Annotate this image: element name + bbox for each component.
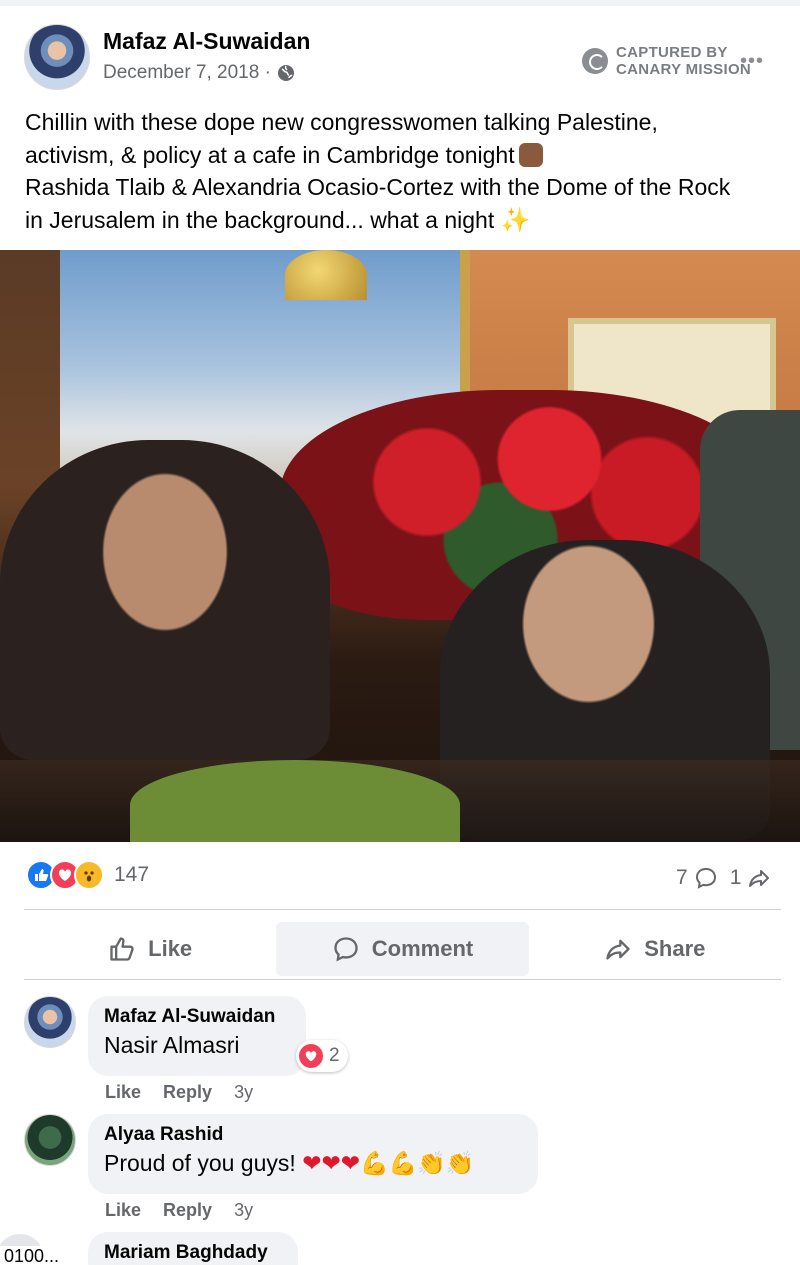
love-icon — [299, 1044, 323, 1068]
action-bar: Like Comment Share — [24, 922, 781, 976]
canary-logo-icon — [582, 48, 608, 74]
post-text: Chillin with these dope new congresswome… — [25, 106, 785, 237]
author-name[interactable]: Mafaz Al-Suwaidan — [103, 28, 310, 55]
engagement-counts: 7 1 — [676, 866, 771, 890]
post-text-line: Chillin with these dope new congresswome… — [25, 109, 658, 135]
share-button[interactable]: Share — [529, 922, 781, 976]
comment-count-icon — [695, 867, 716, 889]
divider — [24, 909, 781, 910]
comment-text: Proud of you guys! ❤❤❤💪💪👏👏 — [104, 1150, 475, 1176]
comment-reply-link[interactable]: Reply — [163, 1082, 212, 1103]
comment-label: Comment — [371, 936, 474, 961]
comment-count[interactable]: 7 — [676, 866, 688, 890]
flex-clap-emojis: 💪💪👏👏 — [360, 1150, 475, 1176]
post-meta: December 7, 2018 · — [103, 62, 295, 84]
comment-like-link[interactable]: Like — [105, 1200, 141, 1221]
comment-actions: Like Reply 3y — [105, 1082, 253, 1103]
thumbs-up-icon — [110, 937, 134, 961]
photo-dome — [285, 250, 367, 300]
post-photo[interactable] — [0, 250, 800, 842]
comment-bubble: Mariam Baghdady — [88, 1232, 298, 1265]
commenter-avatar[interactable] — [24, 996, 76, 1048]
comment-bubble: Mafaz Al-Suwaidan Nasir Almasri — [88, 996, 306, 1076]
comment-text[interactable]: Nasir Almasri — [104, 1032, 290, 1059]
reaction-summary[interactable]: 147 — [26, 860, 149, 890]
fist-emoji-icon — [518, 142, 543, 167]
photo-plant — [130, 760, 460, 842]
commenter-name[interactable]: Mariam Baghdady — [104, 1242, 282, 1264]
comment-reply-link[interactable]: Reply — [163, 1200, 212, 1221]
comment-bubble: Alyaa Rashid Proud of you guys! ❤❤❤💪💪👏👏 — [88, 1114, 538, 1194]
comment-icon — [334, 937, 358, 962]
comment-time[interactable]: 3y — [234, 1082, 253, 1103]
globe-icon — [277, 65, 294, 81]
canary-mission-watermark: CAPTURED BY CANARY MISSION — [582, 44, 751, 78]
like-label: Like — [148, 936, 193, 961]
post-text-line: Rashida Tlaib & Alexandria Ocasio-Cortez… — [25, 174, 731, 200]
post-card: Mafaz Al-Suwaidan December 7, 2018 · CAP… — [0, 6, 800, 1265]
wow-icon — [74, 860, 104, 890]
sparkles-emoji: ✨ — [500, 206, 531, 234]
share-label: Share — [644, 936, 706, 961]
commenter-avatar[interactable] — [24, 1114, 76, 1166]
post-date[interactable]: December 7, 2018 · — [103, 62, 271, 84]
reaction-count[interactable]: 147 — [114, 863, 149, 887]
commenter-name[interactable]: Alyaa Rashid — [104, 1124, 522, 1146]
more-options-icon[interactable]: ••• — [740, 50, 764, 73]
share-icon — [606, 939, 630, 960]
comment-actions: Like Reply 3y — [105, 1200, 253, 1221]
commenter-name[interactable]: Mafaz Al-Suwaidan — [104, 1006, 290, 1028]
comment-reaction-count: 2 — [329, 1045, 340, 1066]
comment-button[interactable]: Comment — [276, 922, 529, 976]
comment-reaction[interactable]: 2 — [296, 1040, 348, 1072]
share-count-icon — [749, 870, 770, 887]
watermark-line1: CAPTURED BY — [616, 44, 728, 61]
divider — [24, 979, 781, 980]
photo-person-left — [0, 440, 330, 760]
comment-like-link[interactable]: Like — [105, 1082, 141, 1103]
post-text-line: in Jerusalem in the background... what a… — [25, 206, 495, 233]
comment-time[interactable]: 3y — [234, 1200, 253, 1221]
like-button[interactable]: Like — [24, 922, 276, 976]
avatar-overlay-label: 0100... — [0, 1246, 64, 1265]
author-avatar[interactable] — [24, 24, 90, 90]
watermark-line2: CANARY MISSION — [616, 61, 752, 78]
heart-emojis: ❤❤❤ — [302, 1150, 361, 1176]
post-text-line: activism, & policy at a cafe in Cambridg… — [25, 141, 515, 168]
share-count[interactable]: 1 — [730, 866, 742, 890]
